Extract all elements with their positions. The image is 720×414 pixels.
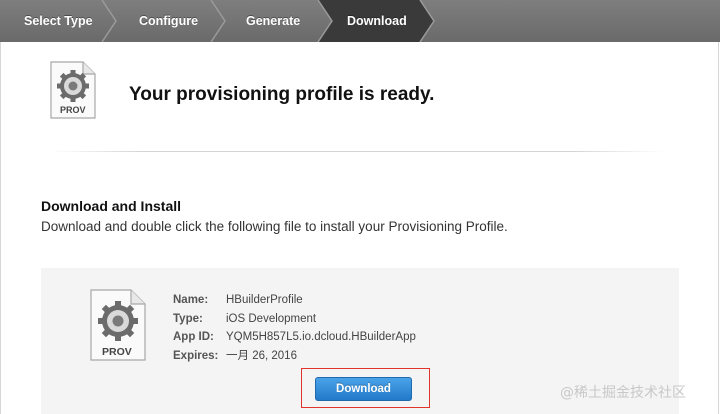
page-title: Your provisioning profile is ready. bbox=[129, 84, 435, 105]
field-label-type: Type: bbox=[173, 312, 203, 325]
field-value-type: iOS Development bbox=[226, 312, 317, 325]
step-download[interactable]: Download bbox=[347, 0, 407, 42]
step-progress-bar: Select Type Configure Generate Download bbox=[0, 0, 720, 42]
field-label-app-id: App ID: bbox=[173, 331, 214, 343]
field-value-name: HBuilderProfile bbox=[226, 294, 303, 306]
watermark: @稀土掘金技术社区 bbox=[560, 385, 686, 401]
section-heading: Download and Install bbox=[41, 198, 182, 214]
provisioning-file-icon: PROV bbox=[49, 60, 97, 125]
header-divider bbox=[50, 151, 664, 152]
profile-icon-caption: PROV bbox=[102, 346, 132, 358]
profile-field-values: HBuilderProfile iOS Development YQM5H857… bbox=[226, 291, 416, 365]
download-button[interactable]: Download bbox=[315, 377, 412, 401]
section-description: Download and double click the following … bbox=[41, 219, 508, 234]
field-value-app-id: YQM5H857L5.io.dcloud.HBuilderApp bbox=[226, 331, 416, 343]
step-configure[interactable]: Configure bbox=[139, 0, 198, 42]
field-value-expires: 一月 26, 2016 bbox=[226, 349, 297, 362]
field-label-name: Name: bbox=[173, 294, 209, 306]
field-label-expires: Expires: bbox=[173, 349, 219, 362]
prov-icon-caption: PROV bbox=[60, 105, 86, 115]
profile-file-icon: PROV bbox=[89, 288, 147, 367]
profile-field-labels: Name: Type: App ID: Expires: bbox=[173, 291, 218, 365]
step-generate[interactable]: Generate bbox=[246, 0, 300, 42]
step-select-type[interactable]: Select Type bbox=[24, 0, 93, 42]
